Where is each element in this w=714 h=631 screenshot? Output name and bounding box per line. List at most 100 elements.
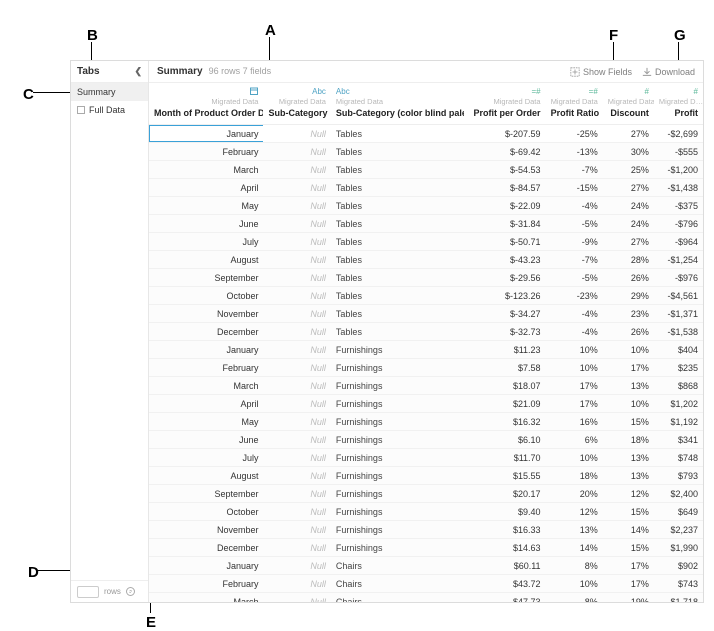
table-row[interactable]: JanuaryNullTables$-207.59-25%27%-$2,699	[149, 125, 703, 143]
table-row[interactable]: JuneNullTables$-31.84-5%24%-$796	[149, 215, 703, 233]
cell: 19%	[603, 593, 654, 603]
table-row[interactable]: NovemberNullFurnishings$16.3313%14%$2,23…	[149, 521, 703, 539]
column-source: Migrated Data	[608, 97, 649, 106]
cell: Furnishings	[331, 503, 464, 521]
callout-F-arrow	[613, 42, 614, 60]
table-row[interactable]: MarchNullTables$-54.53-7%25%-$1,200	[149, 161, 703, 179]
table-row[interactable]: DecemberNullTables$-32.73-4%26%-$1,538	[149, 323, 703, 341]
table-row[interactable]: JulyNullTables$-50.71-9%27%-$964	[149, 233, 703, 251]
cell: -4%	[546, 197, 603, 215]
tab-full-data[interactable]: Full Data	[71, 101, 148, 119]
collapse-sidebar-icon[interactable]: ❮	[134, 66, 142, 77]
table-row[interactable]: MayNullFurnishings$16.3216%15%$1,192	[149, 413, 703, 431]
cell: Furnishings	[331, 431, 464, 449]
cell: -4%	[546, 305, 603, 323]
table-row[interactable]: AprilNullFurnishings$21.0917%10%$1,202	[149, 395, 703, 413]
gear-icon[interactable]	[126, 587, 135, 596]
tab-summary-label: Summary	[77, 87, 116, 97]
cell: Null	[263, 161, 330, 179]
sidebar-title: Tabs	[77, 66, 100, 77]
column-label: Discount	[608, 108, 649, 118]
cell: 30%	[603, 143, 654, 161]
cell: $649	[654, 503, 703, 521]
table-row[interactable]: FebruaryNullTables$-69.42-13%30%-$555	[149, 143, 703, 161]
cell: Tables	[331, 161, 464, 179]
cell: 8%	[546, 557, 603, 575]
column-header[interactable]: AbcMigrated DataSub-Category (color blin…	[331, 83, 464, 125]
table-row[interactable]: OctoberNullTables$-123.26-23%29%-$4,561	[149, 287, 703, 305]
cell: 13%	[603, 467, 654, 485]
cell: -$1,438	[654, 179, 703, 197]
column-header[interactable]: AbcMigrated DataSub-Category	[263, 83, 330, 125]
cell: Null	[263, 215, 330, 233]
table-row[interactable]: JulyNullFurnishings$11.7010%13%$748	[149, 449, 703, 467]
cell: -$1,371	[654, 305, 703, 323]
calendar-icon	[154, 87, 258, 95]
column-header[interactable]: =#Migrated DataProfit Ratio	[546, 83, 603, 125]
text-icon: Abc	[268, 87, 325, 95]
table-row[interactable]: OctoberNullFurnishings$9.4012%15%$649	[149, 503, 703, 521]
cell: May	[149, 197, 263, 215]
cell: 17%	[546, 395, 603, 413]
cell: $11.23	[464, 341, 546, 359]
data-grid-scroll[interactable]: Migrated DataMonth of Product Order Date…	[149, 83, 703, 602]
cell: 15%	[603, 539, 654, 557]
cell: Tables	[331, 269, 464, 287]
cell: 13%	[546, 521, 603, 539]
download-button[interactable]: Download	[642, 67, 695, 77]
table-row[interactable]: AugustNullFurnishings$15.5518%13%$793	[149, 467, 703, 485]
table-row[interactable]: AugustNullTables$-43.23-7%28%-$1,254	[149, 251, 703, 269]
cell: $-50.71	[464, 233, 546, 251]
cell: 24%	[603, 197, 654, 215]
table-row[interactable]: MarchNullFurnishings$18.0717%13%$868	[149, 377, 703, 395]
column-header[interactable]: #Migrated DataDiscount	[603, 83, 654, 125]
cell: 24%	[603, 215, 654, 233]
column-header[interactable]: =#Migrated DataProfit per Order	[464, 83, 546, 125]
sidebar-footer: rows	[71, 580, 148, 602]
table-row[interactable]: MarchNullChairs$47.738%19%$1,718	[149, 593, 703, 603]
show-fields-button[interactable]: Show Fields	[570, 67, 632, 77]
column-source: Migrated Data	[551, 97, 598, 106]
cell: -9%	[546, 233, 603, 251]
cell: $-43.23	[464, 251, 546, 269]
table-row[interactable]: JanuaryNullChairs$60.118%17%$902	[149, 557, 703, 575]
cell: Furnishings	[331, 395, 464, 413]
cell: -4%	[546, 323, 603, 341]
rows-input[interactable]	[77, 586, 99, 598]
table-row[interactable]: FebruaryNullFurnishings$7.5810%17%$235	[149, 359, 703, 377]
rows-label: rows	[104, 587, 121, 596]
table-row[interactable]: SeptemberNullFurnishings$20.1720%12%$2,4…	[149, 485, 703, 503]
table-row[interactable]: MayNullTables$-22.09-4%24%-$375	[149, 197, 703, 215]
cell: 16%	[546, 413, 603, 431]
cell: Tables	[331, 251, 464, 269]
table-row[interactable]: JuneNullFurnishings$6.106%18%$341	[149, 431, 703, 449]
callout-D: D	[28, 564, 39, 581]
add-fields-icon	[570, 67, 580, 77]
cell: Null	[263, 413, 330, 431]
cell: $43.72	[464, 575, 546, 593]
table-row[interactable]: JanuaryNullFurnishings$11.2310%10%$404	[149, 341, 703, 359]
cell: 6%	[546, 431, 603, 449]
cell: $-22.09	[464, 197, 546, 215]
cell: February	[149, 143, 263, 161]
tab-summary[interactable]: Summary	[71, 83, 148, 101]
cell: April	[149, 395, 263, 413]
cell: $-29.56	[464, 269, 546, 287]
table-row[interactable]: NovemberNullTables$-34.27-4%23%-$1,371	[149, 305, 703, 323]
cell: Null	[263, 341, 330, 359]
cell: August	[149, 467, 263, 485]
table-row[interactable]: FebruaryNullChairs$43.7210%17%$743	[149, 575, 703, 593]
cell: $14.63	[464, 539, 546, 557]
cell: January	[149, 341, 263, 359]
table-row[interactable]: DecemberNullFurnishings$14.6314%15%$1,99…	[149, 539, 703, 557]
cell: 17%	[603, 575, 654, 593]
column-header[interactable]: #Migrated D…Profit	[654, 83, 703, 125]
cell: $341	[654, 431, 703, 449]
cell: Chairs	[331, 557, 464, 575]
cell: Null	[263, 143, 330, 161]
cell: July	[149, 233, 263, 251]
table-row[interactable]: SeptemberNullTables$-29.56-5%26%-$976	[149, 269, 703, 287]
cell: 29%	[603, 287, 654, 305]
table-row[interactable]: AprilNullTables$-84.57-15%27%-$1,438	[149, 179, 703, 197]
column-header[interactable]: Migrated DataMonth of Product Order Date	[149, 83, 263, 125]
